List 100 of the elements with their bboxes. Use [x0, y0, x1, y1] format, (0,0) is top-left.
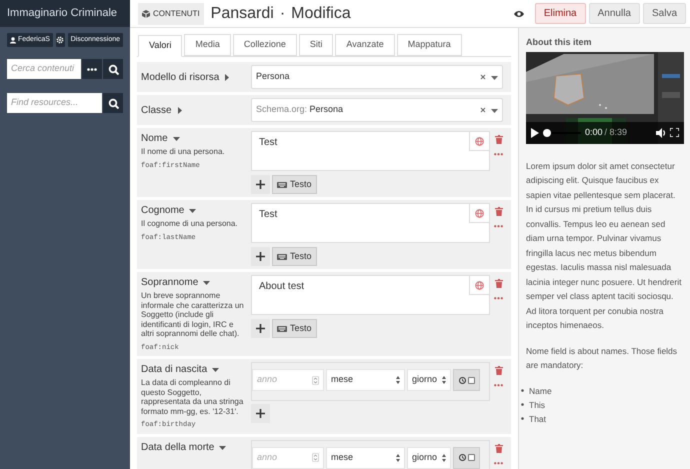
clear-icon[interactable]: [480, 74, 486, 80]
search-button[interactable]: [103, 59, 123, 79]
more-icon[interactable]: [494, 384, 503, 387]
more-icon[interactable]: [494, 297, 503, 300]
language-button[interactable]: [469, 204, 489, 223]
field-label: Nome: [141, 132, 168, 146]
dropdown-field[interactable]: Persona: [251, 65, 503, 89]
collapse-caret-icon[interactable]: [189, 208, 196, 213]
search-icon: [108, 64, 118, 74]
list-item: That: [529, 412, 546, 426]
clock-icon: [458, 454, 466, 461]
fullscreen-icon[interactable]: [670, 128, 679, 137]
time-toggle-button[interactable]: [453, 369, 480, 391]
clear-icon[interactable]: [480, 107, 486, 113]
app-title: Immaginario Criminale: [7, 6, 118, 22]
progress-slider[interactable]: [543, 128, 581, 136]
dropdown-caret-icon[interactable]: [491, 108, 498, 112]
add-value-button[interactable]: [251, 247, 270, 266]
plus-icon: [256, 252, 265, 261]
month-select[interactable]: mese: [326, 446, 405, 468]
list-item: Name: [529, 384, 552, 398]
bullet-icon: [521, 417, 524, 420]
field-description: La data di compleanno di questo Soggetto, rappresentata da una stringa formato mm-gg, es. '12-31'.: [141, 378, 244, 416]
language-button[interactable]: [469, 276, 489, 295]
field-label: Cognome: [141, 204, 184, 218]
search-button[interactable]: [103, 93, 123, 113]
search-field[interactable]: Cerca contenuti: [7, 59, 81, 79]
globe-icon: [475, 280, 484, 290]
spinner-icon[interactable]: [312, 453, 319, 462]
video-player[interactable]: 0:00 / 8:39: [526, 52, 684, 144]
tab[interactable]: Mappatura: [396, 34, 462, 56]
collapse-caret-icon[interactable]: [172, 136, 180, 141]
eye-icon[interactable]: [514, 10, 524, 18]
title-separator: ·: [280, 4, 286, 24]
user-icon: [10, 36, 16, 44]
keyboard-icon: [277, 326, 287, 332]
field-label: Classe: [141, 104, 172, 118]
trash-icon[interactable]: [494, 207, 502, 216]
day-select[interactable]: giorno: [407, 369, 451, 391]
settings-icon: [56, 36, 64, 44]
tab[interactable]: Avanzate: [335, 34, 395, 56]
field-label: Data di nascita: [141, 363, 208, 377]
field-description: Un breve soprannome informale che caratterizza un Soggetto (include gli identificanti di login, IRC e altri soprannomi delle chat).: [141, 291, 245, 338]
more-icon[interactable]: [494, 153, 503, 156]
trash-icon[interactable]: [494, 444, 502, 452]
field-label: Data della morte: [141, 440, 214, 454]
plus-icon: [256, 180, 265, 189]
collapse-caret-icon[interactable]: [212, 367, 220, 372]
spinner-icon[interactable]: [312, 376, 319, 384]
add-value-button[interactable]: [251, 175, 270, 194]
current-time: 0:00: [585, 126, 603, 139]
dropdown-caret-icon[interactable]: [491, 74, 498, 80]
field-label: Modello di risorsa: [141, 70, 220, 84]
time-toggle-button[interactable]: [453, 446, 480, 468]
type-button[interactable]: Testo: [272, 175, 317, 194]
collapse-caret-icon[interactable]: [203, 280, 210, 285]
collapse-caret-icon[interactable]: [219, 444, 226, 450]
globe-icon: [475, 208, 484, 218]
more-icon[interactable]: [494, 225, 503, 228]
sort-arrows-icon: [396, 376, 400, 384]
keyboard-icon: [277, 182, 287, 188]
paragraph: Nome field is about names. Those fields are mandatory:: [526, 344, 678, 372]
trash-icon[interactable]: [494, 135, 502, 144]
list-item: This: [529, 398, 546, 412]
settings-button[interactable]: [56, 33, 65, 47]
cube-icon: [142, 10, 150, 18]
field-description: Il cognome di una persona.: [141, 219, 239, 228]
add-value-button[interactable]: [251, 404, 270, 423]
tab[interactable]: Valori: [138, 35, 182, 57]
duration: / 8:39: [604, 126, 628, 139]
action-button[interactable]: Salva: [642, 3, 686, 24]
page-subtitle: Modifica: [291, 4, 351, 24]
trash-icon[interactable]: [494, 366, 502, 375]
dropdown-field[interactable]: Schema.org: Persona: [251, 98, 503, 122]
volume-icon[interactable]: [656, 128, 666, 138]
tab[interactable]: Siti: [298, 34, 334, 56]
progress-thumb[interactable]: [543, 128, 551, 136]
action-button[interactable]: Annulla: [588, 3, 640, 24]
expand-caret-icon[interactable]: [176, 106, 182, 114]
plus-icon: [256, 409, 265, 418]
type-button[interactable]: Testo: [272, 319, 317, 338]
add-value-button[interactable]: [251, 319, 270, 338]
language-button[interactable]: [469, 132, 489, 151]
keyboard-icon: [277, 254, 287, 260]
more-icon[interactable]: [494, 462, 503, 464]
trash-icon[interactable]: [494, 279, 502, 288]
type-button[interactable]: Testo: [272, 247, 317, 266]
play-icon[interactable]: [531, 128, 539, 138]
day-select[interactable]: giorno: [407, 446, 451, 468]
action-button[interactable]: Elimina: [534, 3, 586, 24]
paragraph: Lorem ipsum dolor sit amet consectetur adipiscing elit. Quisque faucibus ex sapien vitae pellentesque sem placerat. In id cursus mi pretium tellus duis convallis. Tempus leo eu aenean sed diam urna tempor. Pulvinar vivamus fringilla lacus nec metus bibendum egestas. Iaculis massa nisl malesuada lacinia integer nunc posuere. Ut hendrerit semper vel class aptent taciti sociosqu. Ad litora torquent per conubia nostra inceptos himenaeos.: [526, 160, 682, 332]
tab[interactable]: Media: [184, 34, 231, 56]
field-label: Soprannome: [141, 276, 198, 290]
expand-caret-icon[interactable]: [224, 74, 230, 80]
more-options-button[interactable]: [82, 59, 102, 79]
month-select[interactable]: mese: [326, 369, 405, 391]
sort-arrows-icon: [442, 376, 446, 384]
search-field[interactable]: Find resources...: [7, 93, 102, 113]
tab[interactable]: Collezione: [232, 34, 297, 56]
contents-button[interactable]: CONTENUTI: [138, 2, 204, 24]
